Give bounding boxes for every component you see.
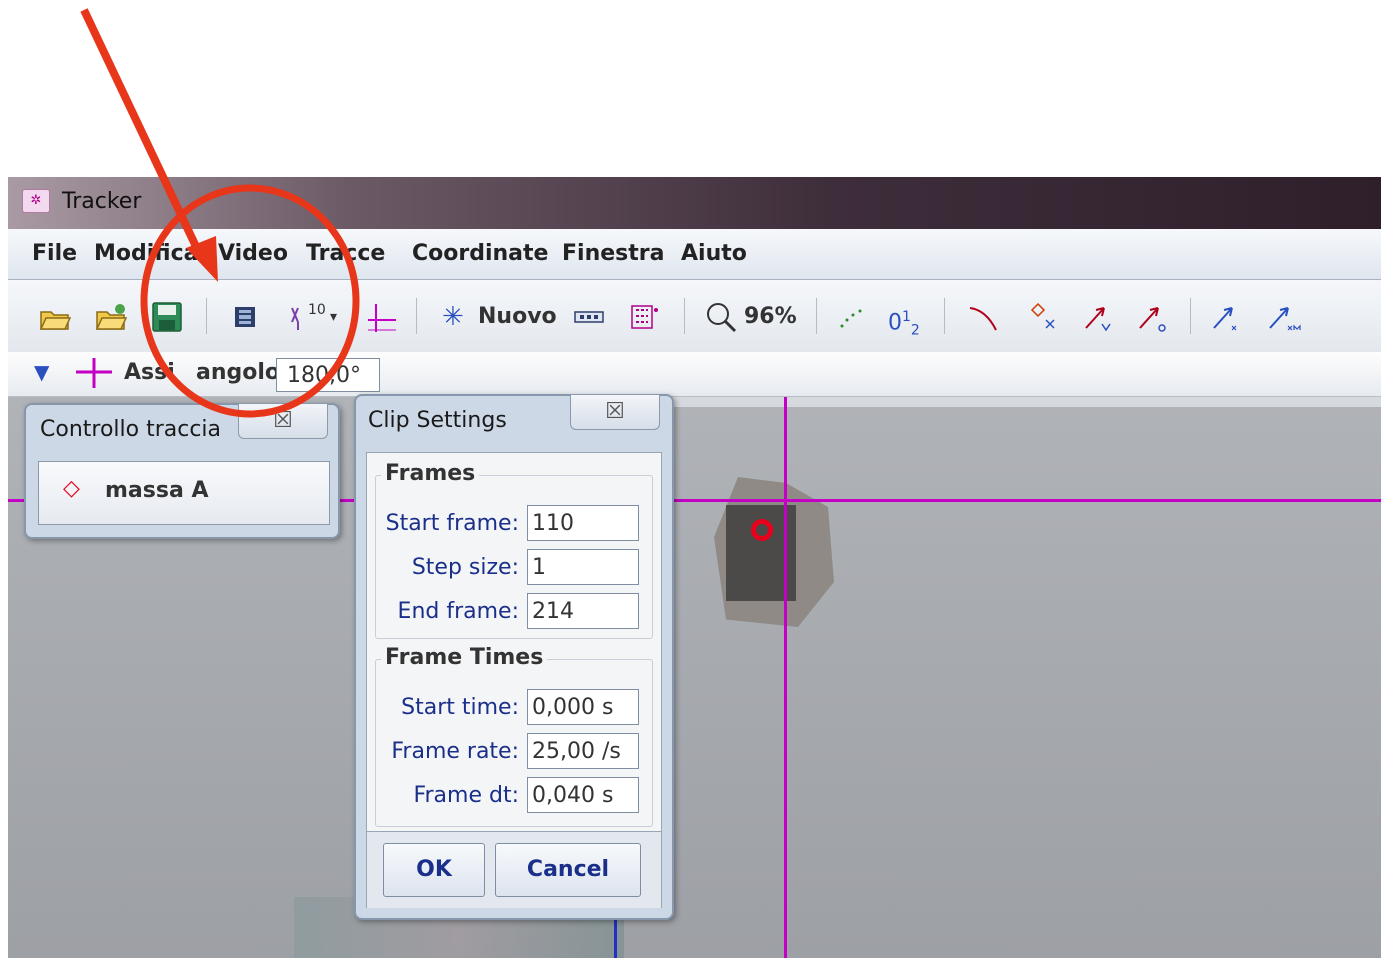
close-button[interactable]: ☒ — [570, 394, 660, 430]
zoom-level[interactable]: 96% — [744, 300, 797, 334]
track-control-title: Controllo traccia — [40, 417, 222, 442]
track-control-dialog: Controllo traccia ☒ ◇ massa A — [24, 403, 340, 539]
frame-times-group-title: Frame Times — [381, 645, 548, 670]
end-frame-row: End frame: 214 — [383, 593, 639, 631]
calibration-icon[interactable] — [572, 300, 606, 334]
tracker-app-icon: ✲ — [22, 189, 50, 213]
open-icon[interactable] — [38, 300, 72, 334]
track-item-label: massa A — [105, 478, 209, 503]
frame-icon-text-main: 0 — [888, 310, 902, 336]
viewport-edge — [608, 397, 1381, 407]
marker-icon[interactable] — [1026, 300, 1060, 334]
tracker-window: ✲ Tracker File Modifica Video Tracce Coo… — [8, 177, 1381, 958]
toolbar-separator — [206, 298, 207, 334]
x1-vector-icon[interactable] — [1208, 300, 1242, 334]
velocity-icon[interactable] — [1080, 300, 1114, 334]
end-frame-input[interactable]: 214 — [527, 593, 639, 629]
path-icon[interactable] — [966, 300, 1000, 334]
open-library-icon[interactable] — [94, 300, 128, 334]
ok-button[interactable]: OK — [383, 843, 485, 897]
menu-bar: File Modifica Video Tracce Coordinate Fi… — [8, 229, 1381, 280]
start-time-input[interactable]: 0,000 s — [527, 689, 639, 725]
menu-finestra[interactable]: Finestra — [562, 241, 664, 266]
track-menu-triangle-icon[interactable]: ▼ — [34, 360, 49, 384]
chevron-down-icon[interactable]: ▾ — [330, 300, 337, 334]
frame-numbers-icon[interactable]: 012 — [888, 300, 920, 339]
window-title: Tracker — [62, 189, 142, 214]
frame-dt-label: Frame dt: — [413, 783, 519, 808]
acceleration-icon[interactable] — [1134, 300, 1168, 334]
axes-crosshair-icon — [74, 356, 114, 394]
close-button[interactable]: ☒ — [238, 403, 328, 439]
toolbar-separator — [816, 298, 817, 334]
diamond-icon: ◇ — [63, 476, 80, 501]
frame-icon-text-sup: 1 — [902, 309, 911, 325]
angle-label: angolo — [196, 360, 281, 385]
toolbar: 10 ▾ ✳ Nuovo 96% 012 — [8, 280, 1381, 352]
cancel-button[interactable]: Cancel — [495, 843, 641, 897]
tracks-icon[interactable] — [628, 300, 662, 334]
menu-video[interactable]: Video — [218, 241, 288, 266]
y-axis-line[interactable] — [784, 397, 787, 958]
angle-input[interactable]: 180,0° — [276, 358, 380, 392]
start-frame-row: Start frame: 110 — [383, 505, 639, 543]
toolbar-separator — [944, 298, 945, 334]
trails-icon[interactable] — [834, 300, 868, 334]
frame-rate-label: Frame rate: — [391, 739, 519, 764]
menu-tracce[interactable]: Tracce — [306, 241, 385, 266]
toolbar-separator — [416, 298, 417, 334]
step-size-row: Step size: 1 — [383, 549, 639, 587]
track-name[interactable]: Assi — [124, 360, 175, 385]
save-icon[interactable] — [150, 300, 184, 334]
frame-icon-text-sub: 2 — [910, 322, 920, 339]
axes-icon[interactable] — [364, 300, 398, 334]
toolbar-separator — [1190, 298, 1191, 334]
frame-rate-row: Frame rate: 25,00 /s — [383, 733, 639, 771]
step-size-input[interactable]: 1 — [527, 549, 639, 585]
new-track-button[interactable]: Nuovo — [478, 300, 557, 334]
menu-coordinate[interactable]: Coordinate — [412, 241, 548, 266]
clip-settings-body: Frames Start frame: 110 Step size: 1 End… — [366, 452, 662, 908]
track-bar: ▼ Assi angolo 180,0° — [8, 352, 1381, 397]
menu-aiuto[interactable]: Aiuto — [681, 241, 747, 266]
zoom-icon[interactable] — [704, 300, 738, 334]
toolbar-separator — [684, 298, 685, 334]
blue-line — [614, 917, 617, 958]
track-button-massa-a[interactable]: ◇ massa A — [38, 461, 330, 525]
new-track-icon[interactable]: ✳ — [442, 300, 464, 334]
origin-marker-icon[interactable] — [751, 519, 773, 541]
menu-file[interactable]: File — [32, 241, 77, 266]
start-frame-input[interactable]: 110 — [527, 505, 639, 541]
menu-modifica[interactable]: Modifica — [94, 241, 199, 266]
xm-vector-icon[interactable] — [1264, 300, 1304, 334]
frame-dt-input[interactable]: 0,040 s — [527, 777, 639, 813]
frame-dt-row: Frame dt: 0,040 s — [383, 777, 639, 815]
start-time-row: Start time: 0,000 s — [383, 689, 639, 727]
step-icon-text: 10 — [308, 302, 326, 318]
start-frame-label: Start frame: — [385, 511, 519, 536]
clip-settings-dialog: Clip Settings ☒ Frames Start frame: 110 … — [354, 394, 674, 920]
step-size-label: Step size: — [411, 555, 519, 580]
title-bar: ✲ Tracker — [8, 177, 1381, 229]
start-time-label: Start time: — [401, 695, 519, 720]
clip-settings-title: Clip Settings — [368, 408, 507, 433]
frames-group-title: Frames — [381, 461, 480, 486]
end-frame-label: End frame: — [397, 599, 519, 624]
clip-settings-icon[interactable] — [230, 300, 260, 334]
frame-rate-input[interactable]: 25,00 /s — [527, 733, 639, 769]
